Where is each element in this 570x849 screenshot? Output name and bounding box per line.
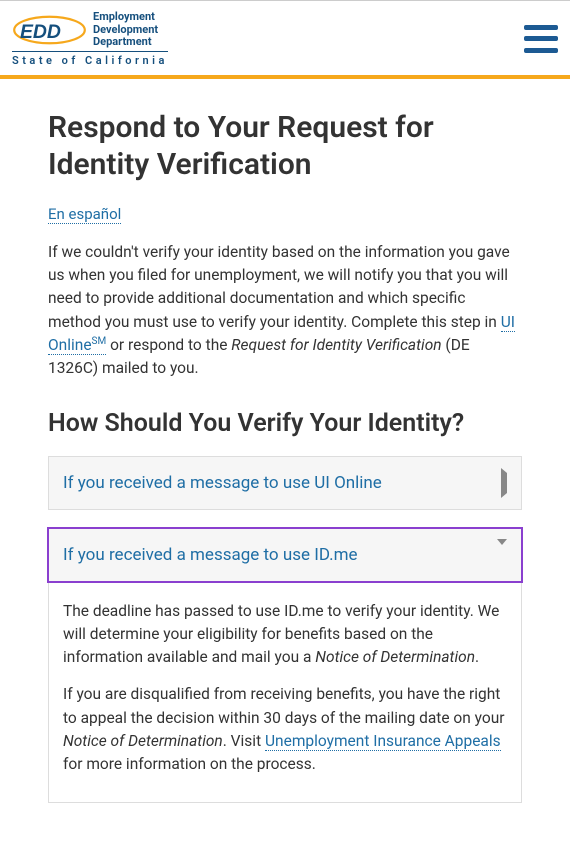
idme-paragraph-2: If you are disqualified from receiving b… [63,683,507,776]
idme-paragraph-1: The deadline has passed to use ID.me to … [63,600,507,670]
edd-logo[interactable]: EDD Employment Development Department St… [12,11,168,67]
menu-icon[interactable] [524,25,558,53]
appeals-link[interactable]: Unemployment Insurance Appeals [265,732,501,751]
accordion-header-idme[interactable]: If you received a message to use ID.me [48,528,522,582]
intro-paragraph: If we couldn't verify your identity base… [48,241,522,381]
accordion-ui-online: If you received a message to use UI Onli… [48,456,522,510]
chevron-down-icon [497,545,507,565]
svg-text:EDD: EDD [20,21,61,43]
main-content: Respond to Your Request for Identity Ver… [0,79,570,849]
edd-logo-mark: EDD [12,12,87,48]
edd-logo-subline: State of California [12,51,168,67]
chevron-right-icon [501,473,507,493]
accordion-title: If you received a message to use ID.me [63,545,358,565]
verify-heading: How Should You Verify Your Identity? [48,409,522,438]
spanish-link[interactable]: En español [48,205,121,224]
accordion-body-idme: The deadline has passed to use ID.me to … [48,582,522,804]
accordion-idme: If you received a message to use ID.me T… [48,528,522,804]
page-title: Respond to Your Request for Identity Ver… [48,109,522,184]
edd-logo-text: Employment Development Department [93,11,158,49]
accordion-title: If you received a message to use UI Onli… [63,473,382,493]
form-name: Request for Identity Verification [231,336,441,354]
site-header: EDD Employment Development Department St… [0,0,570,75]
accordion-header-ui-online[interactable]: If you received a message to use UI Onli… [48,456,522,510]
